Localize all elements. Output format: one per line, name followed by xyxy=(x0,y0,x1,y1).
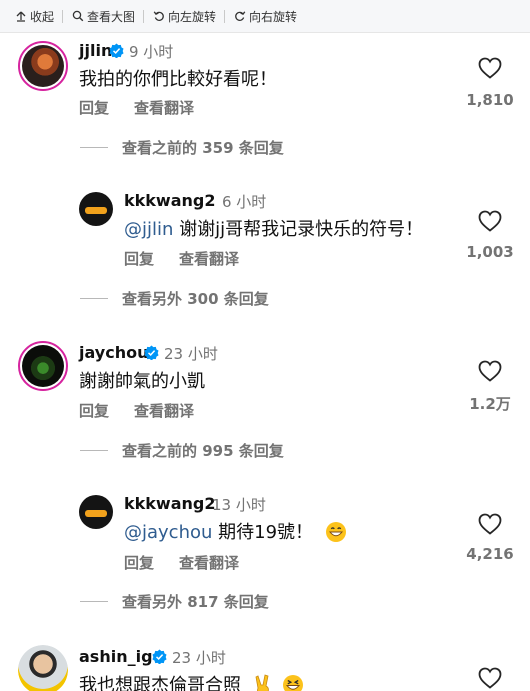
victory-hand-emoji-icon xyxy=(255,673,269,691)
view-large-button[interactable]: 查看大图 xyxy=(71,8,135,25)
reply-button[interactable]: 回复 xyxy=(124,552,154,573)
comment-timestamp: 9 小时 xyxy=(129,43,174,61)
reply-username[interactable]: kkkwang2 xyxy=(124,191,215,210)
heart-outline-icon[interactable] xyxy=(478,210,502,232)
grinning-emoji-icon xyxy=(325,521,346,542)
avatar[interactable] xyxy=(18,645,68,691)
comment-timestamp: 23 小时 xyxy=(172,649,226,667)
reply-text-body: 谢谢jj哥帮我记录快乐的符号！ xyxy=(173,219,424,240)
magnifier-icon xyxy=(71,9,85,23)
avatar[interactable] xyxy=(18,341,68,391)
rotate-right-button[interactable]: 向右旋转 xyxy=(233,8,297,25)
like-count: 1.2万 xyxy=(469,395,511,413)
reply-timestamp: 6 小时 xyxy=(222,193,267,211)
translate-button[interactable]: 查看翻译 xyxy=(179,248,239,269)
toolbar-divider xyxy=(224,9,226,23)
comment-ashin-ig: ashin_ig 23 小时 我也想跟杰倫哥合照 xyxy=(6,637,526,691)
reply-username[interactable]: kkkwang2 xyxy=(124,494,215,513)
rotate-left-label: 向左旋转 xyxy=(168,9,217,24)
comment-username[interactable]: jjlin xyxy=(79,41,112,60)
comment-username[interactable]: ashin_ig xyxy=(79,647,153,666)
avatar[interactable] xyxy=(79,192,113,226)
view-more-replies[interactable]: 查看另外 817 条回复 xyxy=(80,591,269,612)
view-previous-replies[interactable]: 查看之前的 995 条回复 xyxy=(80,440,284,461)
view-large-label: 查看大图 xyxy=(87,9,136,24)
view-replies-label: 查看另外 300 条回复 xyxy=(122,290,269,308)
reply-timestamp: 13 小时 xyxy=(212,496,266,514)
heart-outline-icon[interactable] xyxy=(478,513,502,535)
heart-outline-icon[interactable] xyxy=(478,360,502,382)
avatar[interactable] xyxy=(79,495,113,529)
reply-button[interactable]: 回复 xyxy=(79,400,109,421)
rotate-right-icon xyxy=(233,9,247,23)
collapse-icon xyxy=(14,9,28,23)
heart-outline-icon[interactable] xyxy=(478,667,502,689)
reply-text: @jaychou 期待19號！ xyxy=(124,518,347,544)
reply-mention[interactable]: @jjlin xyxy=(124,219,173,240)
collapse-label: 收起 xyxy=(30,9,55,24)
heart-outline-icon[interactable] xyxy=(478,57,502,79)
verified-badge-icon xyxy=(144,345,159,360)
reply-text-body: 期待19號！ xyxy=(212,522,314,543)
comment-text: 我也想跟杰倫哥合照 xyxy=(79,671,304,691)
toolbar-divider xyxy=(62,9,64,23)
view-replies-label: 查看之前的 359 条回复 xyxy=(122,139,284,157)
reply-mention[interactable]: @jaychou xyxy=(124,522,212,543)
comments-panel: jjlin 9 小时 我拍的你們比較好看呢！ 回复 查看翻译 1,810 查看之… xyxy=(6,33,526,691)
like-count: 1,003 xyxy=(466,243,514,261)
comment-timestamp: 23 小时 xyxy=(164,345,218,363)
rotate-right-label: 向右旋转 xyxy=(249,9,298,24)
comment-jaychou: jaychou 23 小时 謝謝帥氣的小凱 回复 查看翻译 1.2万 查看之前的… xyxy=(6,333,526,637)
comment-text-body: 我也想跟杰倫哥合照 xyxy=(79,675,241,691)
image-viewer-toolbar: 收起 查看大图 向左旋转 向右旋转 xyxy=(0,0,530,33)
translate-button[interactable]: 查看翻译 xyxy=(179,552,239,573)
verified-badge-icon xyxy=(152,649,167,664)
view-replies-label: 查看之前的 995 条回复 xyxy=(122,442,284,460)
toolbar-divider xyxy=(143,9,145,23)
verified-badge-icon xyxy=(109,43,124,58)
divider-line xyxy=(80,298,108,299)
reply-text: @jjlin 谢谢jj哥帮我记录快乐的符号！ xyxy=(124,215,423,241)
view-more-replies[interactable]: 查看另外 300 条回复 xyxy=(80,288,269,309)
comment-text: 我拍的你們比較好看呢！ xyxy=(79,69,277,90)
view-replies-label: 查看另外 817 条回复 xyxy=(122,593,269,611)
divider-line xyxy=(80,450,108,451)
divider-line xyxy=(80,601,108,602)
collapse-button[interactable]: 收起 xyxy=(14,8,54,25)
translate-button[interactable]: 查看翻译 xyxy=(134,97,194,118)
translate-button[interactable]: 查看翻译 xyxy=(134,400,194,421)
like-count: 1,810 xyxy=(466,91,514,109)
reply-button[interactable]: 回复 xyxy=(124,248,154,269)
comment-username[interactable]: jaychou xyxy=(79,343,148,362)
view-previous-replies[interactable]: 查看之前的 359 条回复 xyxy=(80,137,284,158)
reply-button[interactable]: 回复 xyxy=(79,97,109,118)
comment-jjlin: jjlin 9 小时 我拍的你們比較好看呢！ 回复 查看翻译 1,810 查看之… xyxy=(6,33,526,333)
rotate-left-button[interactable]: 向左旋转 xyxy=(152,8,216,25)
divider-line xyxy=(80,147,108,148)
like-count: 4,216 xyxy=(466,545,514,563)
grinning-squint-emoji-icon xyxy=(283,674,304,691)
rotate-left-icon xyxy=(152,9,166,23)
comment-text: 謝謝帥氣的小凱 xyxy=(79,371,205,392)
avatar[interactable] xyxy=(18,41,68,91)
